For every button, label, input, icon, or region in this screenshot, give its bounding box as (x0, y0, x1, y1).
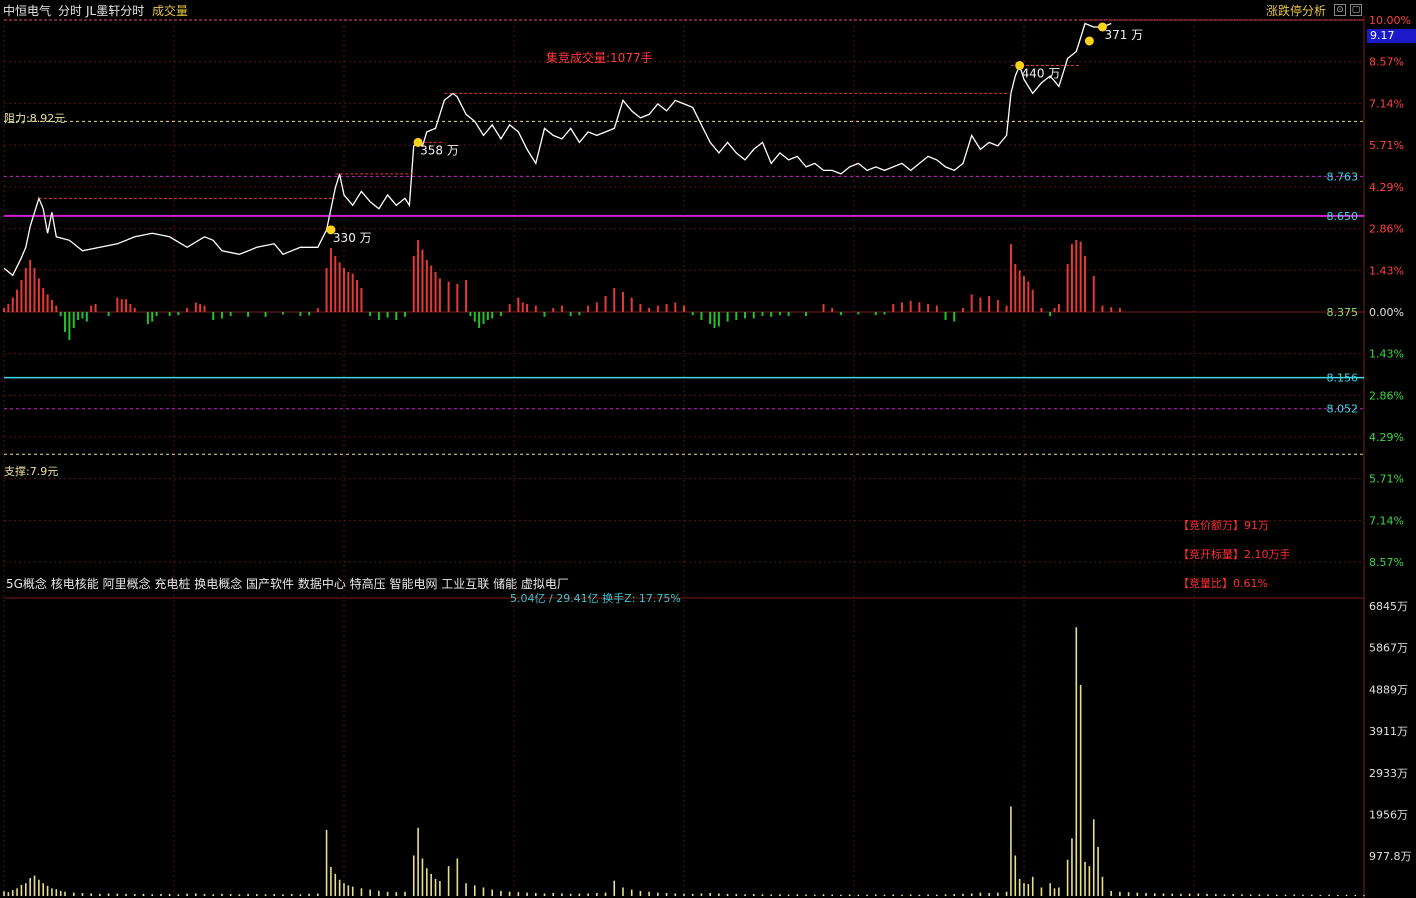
price-line-group (3, 19, 1364, 277)
auction-volume: 集竞成交量:1077手 (546, 51, 653, 65)
momentum-bars (3, 240, 1121, 340)
pct-axis-label: 5.71% (1369, 473, 1404, 486)
pct-axis-label: 0.00% (1369, 306, 1404, 319)
pct-axis-label: 4.29% (1369, 431, 1404, 444)
support-label: 支撑:7.9元 (4, 465, 59, 478)
pct-axis-label: 8.57% (1369, 556, 1404, 569)
level-value-level_8650: 8.650 (1327, 210, 1359, 223)
resistance-label: 阻力:8.92元 (4, 112, 66, 125)
settings-icon[interactable]: ⊙ (1334, 4, 1346, 16)
volume-axis-label: 6845万 (1369, 600, 1408, 613)
annotation-markers: 330 万 358 万 440 万 371 万 (326, 22, 1143, 245)
chart-grid (3, 16, 1365, 898)
volume-axis-label: 4889万 (1369, 683, 1408, 696)
pct-axis-label: 7.14% (1369, 514, 1404, 527)
annotation-label: 358 万 (420, 143, 459, 157)
stock-name: 中恒电气 (3, 4, 52, 18)
annotation-dot (1084, 36, 1094, 46)
pct-axis-label: 2.86% (1369, 389, 1404, 402)
auction-open-volume: 【竞开标量】2.10万手 (1178, 548, 1291, 561)
pct-axis-label: 8.57% (1369, 56, 1404, 69)
volume-axis-label: 5867万 (1369, 642, 1408, 655)
current-price-tag: 9.17 (1367, 29, 1416, 43)
mode-label[interactable]: 分时 (58, 2, 82, 19)
volume-axis-label: 3911万 (1369, 725, 1408, 738)
level-value-level_8156: 8.156 (1327, 372, 1359, 385)
turnover-info: 5.04亿 / 29.41亿 换手Z: 17.75% (510, 592, 681, 605)
volume-axis-label: 2933万 (1369, 767, 1408, 780)
annotation-label: 330 万 (333, 231, 372, 245)
annotation-label: 440 万 (1022, 66, 1061, 80)
pct-axis-label: 7.14% (1369, 97, 1404, 110)
pct-axis-label: 1.43% (1369, 264, 1404, 277)
limit-analysis-button[interactable]: 涨跌停分析 (1266, 2, 1326, 19)
level-value-level_8375: 8.375 (1327, 306, 1359, 319)
volume-label[interactable]: 成交量 (152, 2, 188, 19)
pct-axis-label: 2.86% (1369, 223, 1404, 236)
indicator-name[interactable]: JL墨轩分时 (86, 2, 144, 19)
intraday-chart: 8.763 8.650 8.375 8.156 8.052 330 万 358 万 440 … (3, 14, 1412, 898)
concept-tags: 5G概念 核电核能 阿里概念 充电桩 换电概念 国产软件 数据中心 特高压 智能… (6, 577, 569, 591)
volume-axis-label: 977.8万 (1369, 850, 1412, 863)
auction-amount: 【竞价额万】91万 (1178, 519, 1269, 532)
pct-axis-label: 5.71% (1369, 139, 1404, 152)
expand-icon[interactable]: ▢ (1350, 4, 1362, 16)
pct-axis-label: 4.29% (1369, 181, 1404, 194)
volume-axis-label: 1956万 (1369, 809, 1408, 822)
pct-axis-label: 10.00% (1369, 14, 1411, 27)
auction-ratio: 【竞量比】0.61% (1178, 577, 1268, 590)
level-value-level_8763: 8.763 (1327, 170, 1359, 183)
pct-axis-label: 1.43% (1369, 348, 1404, 361)
level-value-level_8052: 8.052 (1327, 403, 1359, 416)
annotation-label: 371 万 (1104, 28, 1143, 42)
right-axis: 10.00% 8.57% 7.14% 5.71% 4.29% 2.86% 1.43% 0.00… (1369, 14, 1412, 863)
